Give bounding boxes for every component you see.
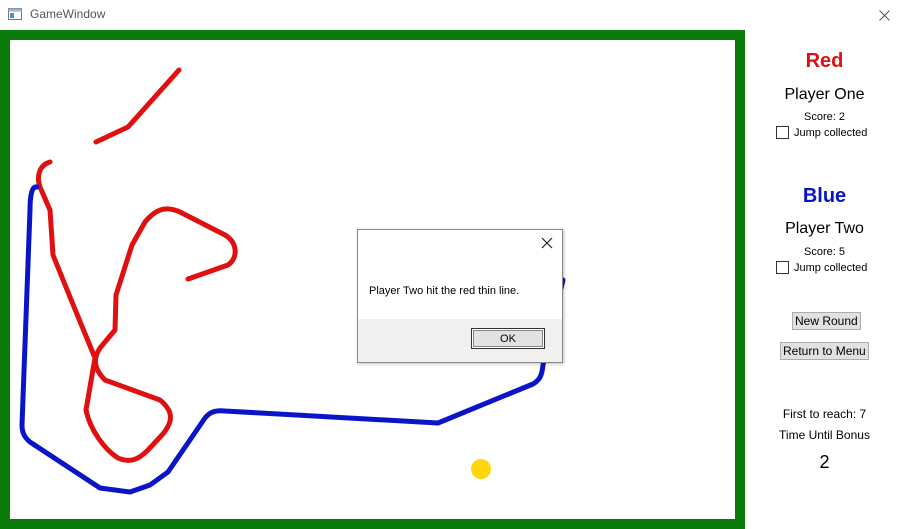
bonus-dot bbox=[471, 459, 491, 479]
first-to-reach-label: First to reach: 7 bbox=[782, 407, 867, 421]
dialog-message: Player Two hit the red thin line. bbox=[369, 285, 520, 297]
title-bar: GameWindow bbox=[0, 0, 899, 30]
time-until-bonus-label: Time Until Bonus bbox=[779, 428, 870, 442]
blue-score: Score: 5 bbox=[804, 246, 845, 258]
red-player-label: Player One bbox=[784, 86, 865, 103]
dialog-footer: OK bbox=[358, 319, 562, 362]
red-score: Score: 2 bbox=[804, 111, 845, 123]
blue-player-label: Player Two bbox=[785, 220, 864, 237]
blue-jump-checkbox[interactable]: Jump collected bbox=[776, 261, 867, 274]
window-close-button[interactable] bbox=[869, 0, 899, 30]
return-to-menu-button[interactable]: Return to Menu bbox=[780, 342, 869, 360]
checkbox-box[interactable] bbox=[776, 261, 789, 274]
close-icon[interactable] bbox=[540, 236, 554, 250]
checkbox-box[interactable] bbox=[776, 126, 789, 139]
red-jump-label: Jump collected bbox=[794, 126, 868, 139]
blue-jump-label: Jump collected bbox=[794, 261, 868, 274]
blue-player-name: Blue bbox=[802, 185, 847, 207]
red-player-name: Red bbox=[805, 50, 844, 72]
new-round-button[interactable]: New Round bbox=[792, 312, 861, 330]
bonus-countdown: 2 bbox=[819, 452, 830, 472]
window-icon bbox=[8, 8, 22, 20]
side-panel: Red Player One Score: 2 Jump collected B… bbox=[750, 30, 899, 529]
window-title: GameWindow bbox=[30, 7, 106, 21]
message-dialog: Player Two hit the red thin line. OK bbox=[357, 229, 563, 363]
red-jump-checkbox[interactable]: Jump collected bbox=[776, 126, 867, 139]
ok-button[interactable]: OK bbox=[471, 328, 545, 349]
close-icon bbox=[878, 9, 890, 21]
